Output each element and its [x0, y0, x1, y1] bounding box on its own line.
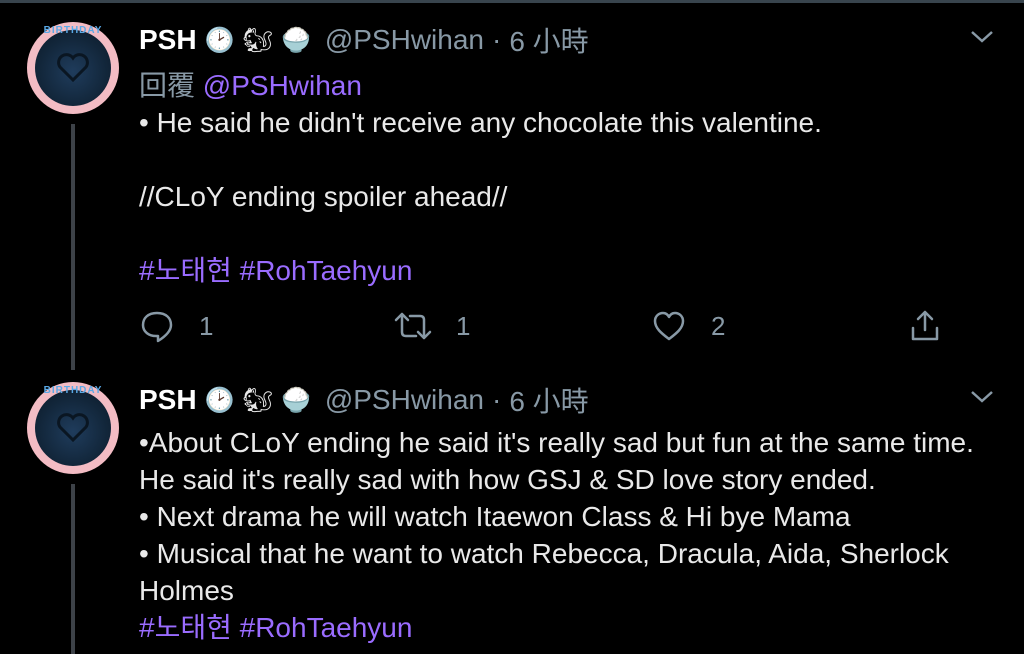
tweet-line: [139, 215, 1009, 252]
action-bar: 1 1 2: [139, 308, 959, 348]
share-button[interactable]: [907, 308, 967, 344]
like-count: 2: [711, 310, 726, 341]
user-handle[interactable]: @PSHwihan: [325, 384, 484, 416]
share-icon: [911, 310, 939, 341]
tweet-line: • Next drama he will watch Itaewon Class…: [139, 501, 851, 532]
heart-logo-icon: [57, 53, 89, 83]
rice-emoji: 🍚: [280, 26, 311, 54]
like-button[interactable]: 2: [651, 308, 725, 344]
chipmunk-emoji: 🐿: [242, 386, 273, 414]
like-icon: [653, 311, 685, 341]
user-handle[interactable]: @PSHwihan: [325, 24, 484, 56]
heart-logo-icon: [57, 413, 89, 443]
tweet-header: PSH 🕑 🐿 🍚 @PSHwihan · 6 小時: [139, 380, 589, 420]
reply-mention-link[interactable]: @PSHwihan: [203, 70, 362, 101]
avatar-text: BIRTHDAY: [43, 25, 103, 36]
reply-button[interactable]: 1: [139, 308, 213, 344]
tweet-line: • Musical that he want to watch Rebecca,…: [139, 538, 957, 606]
tweet-line: [139, 141, 1009, 178]
tweet-1[interactable]: BIRTHDAY PSH 🕑 🐿 🍚 @PSHwihan · 6 小時 回覆 @…: [0, 0, 1024, 370]
avatar-text: BIRTHDAY: [43, 385, 103, 396]
separator: ·: [491, 384, 502, 415]
tweet-header: PSH 🕑 🐿 🍚 @PSHwihan · 6 小時: [139, 20, 589, 60]
chevron-down-icon[interactable]: [968, 386, 996, 406]
tweet-2[interactable]: BIRTHDAY PSH 🕑 🐿 🍚 @PSHwihan · 6 小時 •Abo…: [0, 370, 1024, 654]
separator: ·: [491, 24, 502, 55]
retweet-count: 1: [456, 310, 471, 341]
hashtags[interactable]: #노태현 #RohTaehyun: [139, 609, 1009, 646]
display-name[interactable]: PSH: [139, 384, 197, 416]
tweet-line: • He said he didn't receive any chocolat…: [139, 107, 822, 138]
reply-context: 回覆 @PSHwihan: [139, 64, 362, 104]
chevron-down-icon[interactable]: [968, 26, 996, 46]
hashtags[interactable]: #노태현 #RohTaehyun: [139, 252, 1009, 289]
clock-emoji: 🕑: [204, 26, 235, 54]
tweet-text: • He said he didn't receive any chocolat…: [139, 104, 1009, 289]
timestamp[interactable]: 6 小時: [509, 20, 588, 60]
clock-emoji: 🕑: [204, 386, 235, 414]
retweet-button[interactable]: 1: [394, 308, 470, 344]
tweet-text: •About CLoY ending he said it's really s…: [139, 424, 1009, 646]
avatar[interactable]: BIRTHDAY: [27, 382, 119, 474]
rice-emoji: 🍚: [280, 386, 311, 414]
tweet-line: •About CLoY ending he said it's really s…: [139, 427, 982, 495]
retweet-icon: [394, 312, 432, 340]
display-name[interactable]: PSH: [139, 24, 197, 56]
reply-count: 1: [199, 310, 214, 341]
avatar[interactable]: BIRTHDAY: [27, 22, 119, 114]
chipmunk-emoji: 🐿: [242, 26, 273, 54]
tweet-line: //CLoY ending spoiler ahead//: [139, 181, 508, 212]
reply-prefix: 回覆: [139, 70, 196, 101]
timestamp[interactable]: 6 小時: [509, 380, 588, 420]
reply-icon: [141, 311, 173, 343]
